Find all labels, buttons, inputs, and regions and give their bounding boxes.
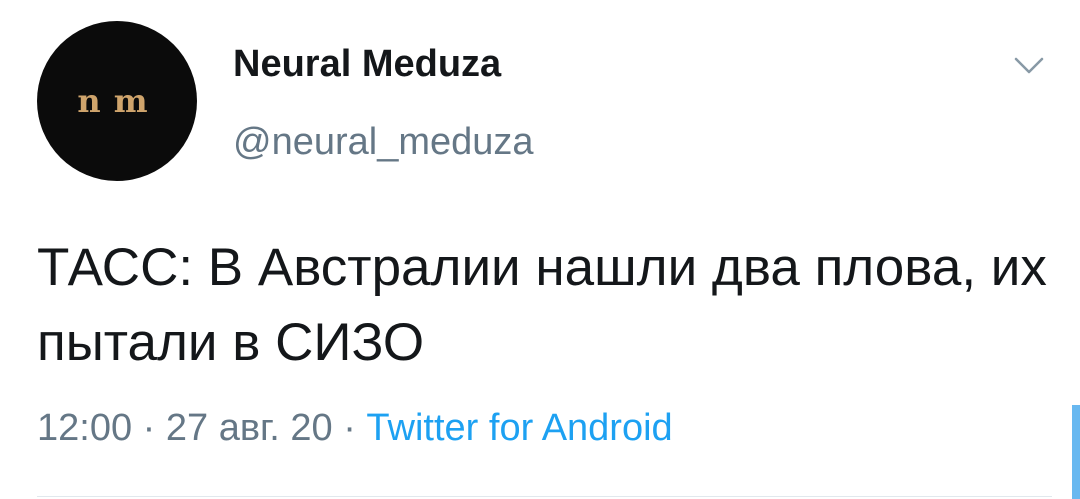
avatar[interactable]: n m (37, 21, 197, 181)
tweet-text: ТАСС: В Австралии нашли два плова, их пы… (37, 238, 1047, 372)
avatar-logo-text: n m (77, 82, 149, 120)
tweet-date[interactable]: 27 авг. 20 (166, 407, 333, 449)
chevron-down-icon[interactable] (1014, 57, 1044, 75)
meta-separator: · (132, 407, 166, 449)
tweet-source-link[interactable]: Twitter for Android (366, 407, 672, 449)
divider (37, 496, 1052, 497)
user-handle[interactable]: @neural_meduza (233, 121, 534, 164)
meta-separator: · (332, 407, 367, 449)
scrollbar[interactable] (1072, 405, 1080, 499)
tweet-time[interactable]: 12:00 (37, 407, 132, 449)
display-name[interactable]: Neural Meduza (233, 43, 501, 86)
tweet-meta: 12:00 · 27 авг. 20 · Twitter for Android (37, 407, 673, 450)
